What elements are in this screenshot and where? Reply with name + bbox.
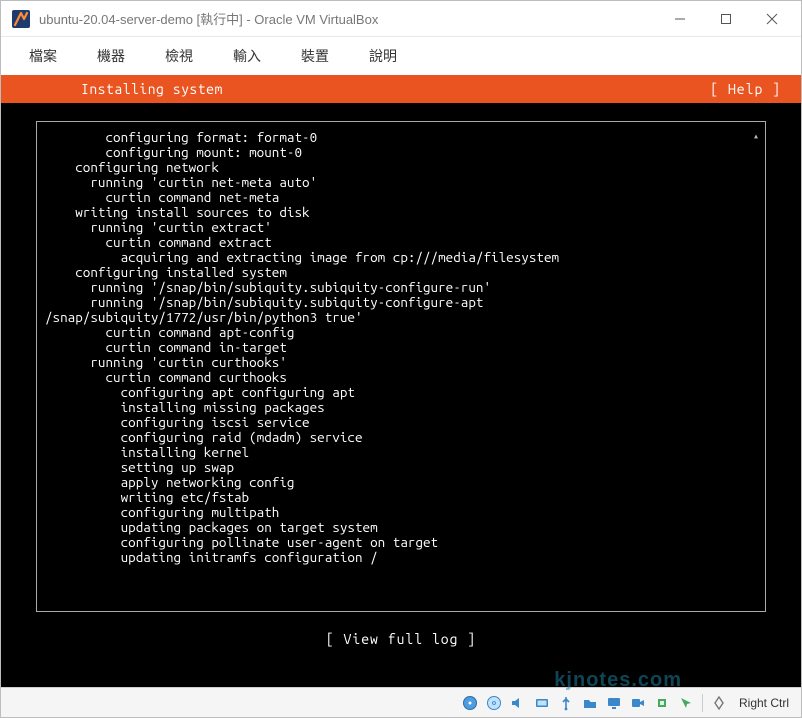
shared-folder-icon[interactable] <box>580 693 600 713</box>
audio-icon[interactable] <box>508 693 528 713</box>
host-key-icon <box>709 693 729 713</box>
status-bar: kjnotes.com Right Ctrl <box>1 687 801 717</box>
installer-title: Installing system <box>81 82 710 97</box>
title-bar: ubuntu-20.04-server-demo [執行中] - Oracle … <box>1 1 801 37</box>
optical-disc-icon[interactable] <box>484 693 504 713</box>
menu-help[interactable]: 說明 <box>353 40 413 72</box>
menu-view[interactable]: 檢視 <box>149 40 209 72</box>
minimize-button[interactable] <box>657 1 703 37</box>
menu-file[interactable]: 檔案 <box>13 40 73 72</box>
maximize-button[interactable] <box>703 1 749 37</box>
host-key-label: Right Ctrl <box>733 696 795 710</box>
log-frame: ▴ configuring format: format-0 configuri… <box>36 121 766 612</box>
menu-devices[interactable]: 裝置 <box>285 40 345 72</box>
vm-display[interactable]: Installing system [ Help ] ▴ configuring… <box>1 75 801 687</box>
menu-bar: 檔案 機器 檢視 輸入 裝置 說明 <box>1 37 801 75</box>
view-full-log-button[interactable]: [ View full log ] <box>326 631 476 647</box>
installer-header: Installing system [ Help ] <box>1 75 801 103</box>
app-icon <box>11 9 31 29</box>
install-log: configuring format: format-0 configuring… <box>45 130 761 565</box>
menu-input[interactable]: 輸入 <box>217 40 277 72</box>
menu-machine[interactable]: 機器 <box>81 40 141 72</box>
scroll-up-indicator[interactable]: ▴ <box>753 128 759 143</box>
close-button[interactable] <box>749 1 795 37</box>
status-separator <box>702 694 703 712</box>
cpu-icon[interactable] <box>652 693 672 713</box>
terminal-area: ▴ configuring format: format-0 configuri… <box>1 103 801 687</box>
virtualbox-window: ubuntu-20.04-server-demo [執行中] - Oracle … <box>0 0 802 718</box>
network-icon[interactable] <box>532 693 552 713</box>
help-button[interactable]: [ Help ] <box>710 82 781 97</box>
usb-icon[interactable] <box>556 693 576 713</box>
recording-icon[interactable] <box>628 693 648 713</box>
mouse-integration-icon[interactable] <box>676 693 696 713</box>
hard-disk-icon[interactable] <box>460 693 480 713</box>
display-icon[interactable] <box>604 693 624 713</box>
window-title: ubuntu-20.04-server-demo [執行中] - Oracle … <box>39 9 657 28</box>
